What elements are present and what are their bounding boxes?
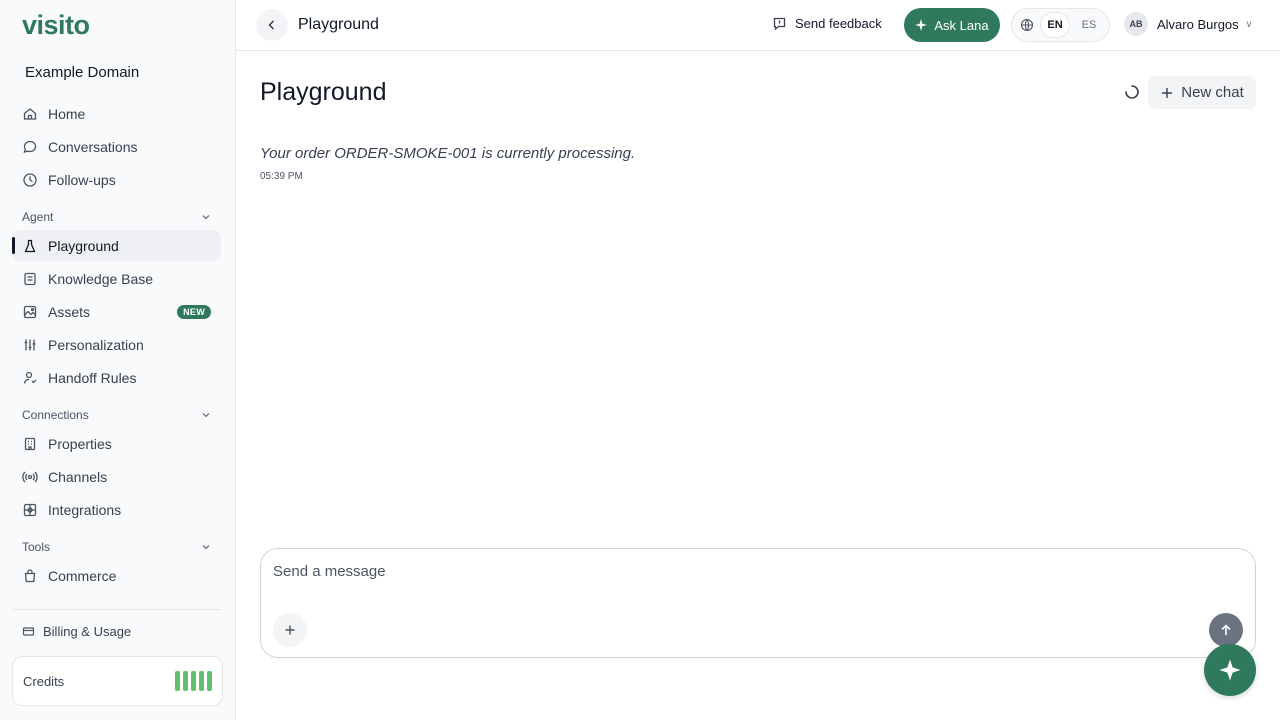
sidebar-item-integrations[interactable]: Integrations bbox=[12, 494, 221, 525]
message-composer bbox=[260, 548, 1256, 658]
loading-spinner-icon bbox=[1125, 85, 1139, 99]
image-icon bbox=[22, 304, 38, 320]
message-timestamp: 05:39 PM bbox=[260, 171, 303, 182]
new-chat-button[interactable]: New chat bbox=[1148, 76, 1256, 109]
credits-card[interactable]: Credits bbox=[12, 656, 223, 706]
sparkle-icon bbox=[915, 19, 928, 31]
feedback-label: Send feedback bbox=[795, 16, 882, 31]
globe-icon bbox=[1020, 18, 1034, 32]
sidebar-divider bbox=[12, 609, 221, 610]
sidebar-item-playground[interactable]: Playground bbox=[12, 230, 221, 261]
user-menu[interactable]: AB Alvaro Burgos v bbox=[1124, 12, 1252, 36]
chat-bubble-icon bbox=[22, 139, 38, 155]
domain-name[interactable]: Example Domain bbox=[25, 64, 139, 81]
assistant-fab-button[interactable] bbox=[1204, 644, 1256, 696]
feedback-icon bbox=[773, 17, 786, 31]
credits-label: Credits bbox=[23, 673, 65, 689]
sidebar-item-handoff-rules[interactable]: Handoff Rules bbox=[12, 362, 221, 393]
sparkle-icon bbox=[1219, 659, 1241, 681]
sidebar-item-personalization[interactable]: Personalization bbox=[12, 329, 221, 360]
section-label: Agent bbox=[22, 210, 54, 224]
visito-logo[interactable]: visito bbox=[22, 10, 90, 41]
avatar: AB bbox=[1124, 12, 1148, 36]
home-icon bbox=[22, 106, 38, 122]
send-button[interactable] bbox=[1209, 613, 1243, 647]
sidebar-item-label: Handoff Rules bbox=[48, 369, 137, 386]
ask-lana-label: Ask Lana bbox=[934, 17, 989, 33]
sidebar-item-label: Playground bbox=[48, 237, 119, 254]
language-option-en[interactable]: EN bbox=[1040, 12, 1070, 38]
credit-bar bbox=[199, 671, 204, 691]
book-icon bbox=[22, 271, 38, 287]
credit-bar bbox=[191, 671, 196, 691]
back-button[interactable] bbox=[256, 9, 288, 41]
attach-button[interactable] bbox=[273, 613, 307, 647]
sidebar-item-label: Knowledge Base bbox=[48, 270, 154, 287]
section-tools[interactable]: Tools bbox=[22, 540, 212, 554]
billing-label: Billing & Usage bbox=[43, 624, 132, 639]
sidebar-item-label: Properties bbox=[48, 435, 112, 452]
sidebar-item-label: Follow-ups bbox=[48, 171, 116, 188]
building-icon bbox=[22, 436, 38, 452]
chevron-down-icon bbox=[202, 413, 210, 418]
section-label: Tools bbox=[22, 540, 51, 554]
sidebar-item-label: Home bbox=[48, 105, 86, 122]
sidebar-item-properties[interactable]: Properties bbox=[12, 428, 221, 459]
sidebar-item-commerce[interactable]: Commerce bbox=[12, 560, 221, 591]
section-agent[interactable]: Agent bbox=[22, 210, 212, 224]
flask-icon bbox=[22, 238, 38, 254]
language-option-es[interactable]: ES bbox=[1074, 12, 1104, 38]
new-chat-label: New chat bbox=[1181, 84, 1244, 101]
chat-message: Your order ORDER-SMOKE-001 is currently … bbox=[260, 145, 636, 162]
breadcrumb: Playground bbox=[298, 16, 379, 33]
chevron-left-icon bbox=[268, 20, 275, 30]
page-title: Playground bbox=[260, 78, 387, 106]
billing-usage-link[interactable]: Billing & Usage bbox=[22, 624, 131, 639]
arrow-up-icon bbox=[1221, 624, 1231, 635]
credit-bar bbox=[175, 671, 180, 691]
sidebar: visito Example Domain Home Conversations… bbox=[0, 0, 236, 720]
sidebar-item-conversations[interactable]: Conversations bbox=[12, 131, 221, 162]
plus-icon bbox=[285, 625, 295, 635]
sidebar-item-assets[interactable]: Assets NEW bbox=[12, 296, 221, 327]
user-menu-caret: v bbox=[1246, 18, 1252, 30]
top-bar: Playground Send feedback Ask Lana EN ES … bbox=[236, 0, 1280, 51]
credit-card-icon bbox=[22, 627, 35, 636]
sliders-icon bbox=[22, 337, 38, 353]
sidebar-item-label: Assets bbox=[48, 303, 91, 320]
section-connections[interactable]: Connections bbox=[22, 408, 212, 422]
plus-icon bbox=[1162, 87, 1173, 98]
user-name: Alvaro Burgos bbox=[1157, 16, 1239, 32]
sidebar-item-label: Channels bbox=[48, 468, 108, 485]
message-input[interactable] bbox=[273, 561, 1173, 581]
chevron-down-icon bbox=[202, 215, 210, 220]
language-switcher: EN ES bbox=[1011, 8, 1110, 42]
send-feedback-button[interactable]: Send feedback bbox=[772, 16, 882, 31]
puzzle-icon bbox=[22, 502, 38, 518]
sidebar-item-label: Integrations bbox=[48, 501, 122, 518]
credit-bar bbox=[183, 671, 188, 691]
ask-lana-button[interactable]: Ask Lana bbox=[904, 8, 1000, 42]
sidebar-item-label: Commerce bbox=[48, 567, 117, 584]
sidebar-item-channels[interactable]: Channels bbox=[12, 461, 221, 492]
credit-bar bbox=[207, 671, 212, 691]
section-label: Connections bbox=[22, 408, 89, 422]
new-badge: NEW bbox=[177, 305, 211, 319]
broadcast-icon bbox=[22, 469, 38, 485]
sidebar-item-label: Personalization bbox=[48, 336, 144, 353]
chevron-down-icon bbox=[202, 545, 210, 550]
sidebar-item-label: Conversations bbox=[48, 138, 138, 155]
sidebar-item-knowledge-base[interactable]: Knowledge Base bbox=[12, 263, 221, 294]
shopping-bag-icon bbox=[22, 568, 38, 584]
credits-meter bbox=[175, 671, 212, 691]
user-handoff-icon bbox=[22, 370, 38, 386]
clock-icon bbox=[22, 172, 38, 188]
sidebar-item-follow-ups[interactable]: Follow-ups bbox=[12, 164, 221, 195]
sidebar-item-home[interactable]: Home bbox=[12, 98, 221, 129]
